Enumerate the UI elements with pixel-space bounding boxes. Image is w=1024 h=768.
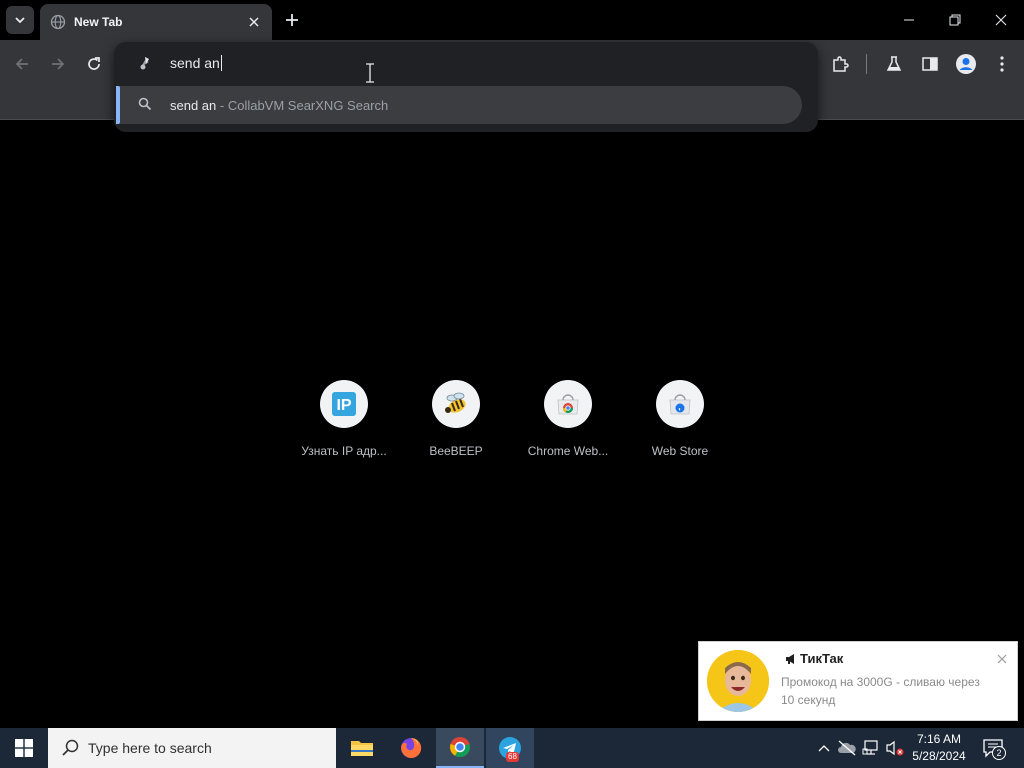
clock-date: 5/28/2024 [912,749,966,763]
folder-icon [351,741,373,756]
file-explorer-button[interactable] [338,728,386,768]
reload-icon [88,57,100,70]
avatar [707,650,769,712]
close-icon [995,14,1007,26]
volume-muted-icon [886,740,904,756]
close-icon[interactable] [995,652,1009,666]
chrome-button[interactable] [436,728,484,768]
taskbar-search-placeholder: Type here to search [88,740,212,756]
forward-button[interactable] [44,50,72,78]
tab-search-button[interactable] [6,6,34,34]
start-button[interactable] [0,728,48,768]
omnibox-suggestion[interactable]: send an - CollabVM SearXNG Search [116,86,802,124]
toolbar-divider [866,54,867,74]
suggestion-selection-indicator [116,86,120,124]
firefox-icon [401,737,422,758]
puzzle-icon [833,56,849,72]
onedrive-tray-icon[interactable] [837,738,857,758]
chrome-icon [450,737,470,758]
shortcut-label: BeeBEEP [429,444,483,458]
megaphone-icon [786,653,794,664]
labs-button[interactable] [880,50,908,78]
address-bar[interactable]: send an [114,42,818,84]
shortcut-icon-circle: ◐ [656,380,704,428]
toast-body: Промокод на 3000G - сливаю через 10 секу… [781,675,980,707]
web-store-icon: ◐ [669,394,691,415]
account-icon [956,54,976,74]
searxng-icon [136,54,154,72]
back-button[interactable] [8,50,36,78]
globe-icon [50,14,66,30]
svg-text:◐: ◐ [678,407,682,413]
tab-new-tab[interactable]: New Tab [40,4,272,40]
notification-center-button[interactable]: 2 [980,736,1006,760]
chrome-web-store-icon [557,394,579,415]
chevron-up-icon [818,745,830,752]
close-tab-icon[interactable] [246,14,262,30]
restore-icon [949,14,961,26]
cloud-off-icon [838,740,856,756]
minimize-icon [904,19,914,21]
toast-title: ТикТак [785,651,843,666]
profile-button[interactable] [952,50,980,78]
toast-title-text: ТикТак [800,651,844,666]
taskbar-clock[interactable]: 7:16 AM 5/28/2024 [906,731,972,765]
text-caret [220,55,222,71]
omnibox-dropdown: send an send an - CollabVM SearXNG Searc… [114,42,818,132]
restore-button[interactable] [932,0,978,40]
suggestion-engine: CollabVM SearXNG Search [227,98,389,113]
shortcut-tile[interactable]: BeeBEEP [406,380,506,470]
shortcut-label: Chrome Web... [527,444,609,458]
suggestion-separator: - [216,98,228,113]
telegram-button[interactable]: 68 [486,728,534,768]
reload-button[interactable] [80,50,108,78]
firefox-button[interactable] [387,728,435,768]
notification-count-badge: 2 [992,746,1006,760]
search-icon [138,97,154,113]
shortcut-label: Узнать IP адр... [301,444,387,458]
taskbar: Type here to search 68 7:16 AM 5/28/2024… [0,728,1024,768]
shortcut-icon-circle [544,380,592,428]
text-cursor-icon [366,63,374,83]
bee-icon [445,392,466,413]
suggestion-query: send an [170,98,217,113]
svg-text:IP: IP [336,397,351,414]
screen: New Tab send an send an - CollabVM SearX… [0,0,1024,768]
taskbar-search-box[interactable]: Type here to search [48,728,336,768]
toast-notification[interactable]: ТикТак Промокод на 3000G - сливаю через … [698,641,1018,721]
menu-button[interactable] [988,50,1016,78]
side-panel-icon [922,57,938,71]
search-icon [62,739,79,756]
volume-tray-icon[interactable] [885,738,905,758]
shortcut-label: Web Store [651,444,709,458]
address-input-value[interactable]: send an [170,55,220,71]
browser-titlebar: New Tab [0,0,1024,40]
network-icon [862,740,878,755]
tab-title: New Tab [74,15,123,29]
arrow-left-icon [15,58,28,70]
shortcut-tile[interactable]: IP Узнать IP адр... [294,380,394,470]
extensions-button[interactable] [826,50,854,78]
shortcut-icon-circle: IP [320,380,368,428]
flask-icon [886,56,902,71]
ip-icon: IP [332,392,356,416]
shortcut-tile[interactable]: ◐ Web Store [630,380,730,470]
show-hidden-icons-button[interactable] [814,738,834,758]
new-tab-button[interactable] [280,8,304,32]
telegram-badge: 68 [506,752,519,762]
clock-time: 7:16 AM [916,732,962,746]
arrow-right-icon [52,58,65,70]
side-panel-button[interactable] [916,50,944,78]
network-tray-icon[interactable] [861,738,881,758]
minimize-button[interactable] [886,0,932,40]
close-window-button[interactable] [978,0,1024,40]
chevron-down-icon [15,17,25,24]
more-vert-icon [1000,56,1004,72]
shortcut-icon-circle [432,380,480,428]
plus-icon [286,14,298,26]
shortcut-tile[interactable]: Chrome Web... [518,380,618,470]
windows-logo-icon [15,739,33,757]
